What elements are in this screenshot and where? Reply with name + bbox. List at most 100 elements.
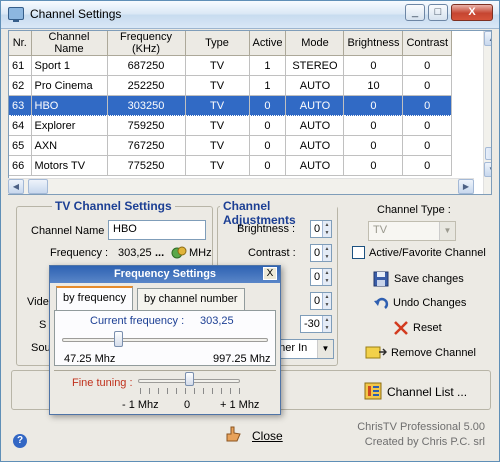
save-icon[interactable] [373, 271, 389, 287]
table-cell: 64 [9, 115, 32, 136]
title-bar: Channel Settings _ □ X [1, 1, 499, 29]
table-cell: 759250 [107, 115, 186, 136]
monitor-icon [8, 7, 24, 22]
column-header[interactable]: Frequency (KHz) [107, 31, 186, 56]
tab-by-channel-number[interactable]: by channel number [137, 288, 245, 310]
table-cell: 0 [343, 95, 404, 116]
table-cell: 303250 [107, 95, 186, 116]
table-row[interactable]: 65 AXN 767250 TV 0 AUTO 0 0 [9, 135, 453, 156]
table-row[interactable]: 63 HBO 303250 TV 0 AUTO 0 0 [9, 95, 453, 116]
remove-channel-icon[interactable] [365, 344, 388, 360]
brightness-value: 0 [314, 223, 321, 235]
frequency-min-label: 47.25 Mhz [64, 353, 116, 365]
scroll-left-icon[interactable]: ◀ [8, 179, 24, 194]
minimize-button[interactable]: _ [405, 4, 425, 21]
table-row[interactable]: 62 Pro Cinema 252250 TV 1 AUTO 10 0 [9, 75, 453, 96]
channel-name-input[interactable]: HBO [108, 220, 206, 240]
close-hand-icon[interactable] [223, 424, 243, 444]
table-cell: 0 [402, 115, 453, 136]
column-header[interactable]: Mode [285, 31, 345, 56]
adjustment-stepper-5[interactable]: -30 ▲ ▼ [300, 315, 332, 333]
table-cell: 0 [343, 115, 404, 136]
adjustment-stepper-4[interactable]: 0 ▲ ▼ [310, 292, 332, 310]
spin-arrows-icon[interactable]: ▲ ▼ [322, 245, 331, 261]
dropdown-arrow-icon[interactable]: ▼ [439, 222, 455, 240]
contrast-stepper[interactable]: 0 ▲ ▼ [310, 244, 332, 262]
scroll-right-icon[interactable]: ▶ [458, 179, 474, 194]
close-window-button[interactable]: X [451, 4, 493, 21]
help-icon[interactable]: ? [13, 434, 27, 448]
horizontal-scroll-thumb[interactable] [28, 179, 48, 194]
fine-tuning-label: Fine tuning : [72, 377, 133, 389]
table-cell: HBO [31, 95, 108, 116]
spin-arrows-icon[interactable]: ▲ ▼ [322, 293, 331, 309]
frequency-slider-thumb[interactable] [113, 331, 123, 347]
column-header[interactable]: Active [249, 31, 287, 56]
frequency-label: Frequency : [50, 247, 109, 259]
channel-grid[interactable]: Nr. Channel Name Frequency (KHz) Type Active… [8, 30, 492, 195]
channel-list-icon[interactable] [364, 382, 382, 400]
table-row[interactable]: 64 Explorer 759250 TV 0 AUTO 0 0 [9, 115, 453, 136]
table-cell: TV [185, 75, 250, 96]
fine-max-label: + 1 Mhz [220, 399, 260, 411]
undo-changes-button[interactable]: Undo Changes [393, 297, 466, 309]
reset-button[interactable]: Reset [413, 322, 442, 334]
maximize-button[interactable]: □ [428, 4, 448, 21]
spin-arrows-icon[interactable]: ▲ ▼ [322, 221, 331, 237]
table-cell: Motors TV [31, 155, 108, 176]
adjustment-stepper-3[interactable]: 0 ▲ ▼ [310, 268, 332, 286]
table-cell: TV [185, 115, 250, 136]
frequency-browse-button[interactable]: ... [155, 247, 164, 259]
fine-tuning-thumb[interactable] [185, 372, 194, 386]
column-header[interactable]: Channel Name [31, 31, 108, 56]
frequency-unit: MHz [189, 247, 212, 259]
frequency-dialog-close-button[interactable]: X [263, 267, 277, 280]
column-header[interactable]: Type [185, 31, 250, 56]
table-cell: AXN [31, 135, 108, 156]
vertical-scroll-thumb[interactable] [485, 147, 491, 160]
table-cell: 0 [249, 135, 287, 156]
table-cell: 1 [249, 55, 287, 76]
vertical-scrollbar[interactable]: ▲ ▼ [483, 31, 491, 194]
table-cell: AUTO [285, 95, 345, 116]
table-cell: 0 [402, 75, 453, 96]
channel-type-select[interactable]: TV ▼ [368, 221, 456, 241]
remove-channel-button[interactable]: Remove Channel [391, 347, 476, 359]
table-cell: 252250 [107, 75, 186, 96]
frequency-slider-track[interactable] [62, 338, 268, 342]
table-cell: AUTO [285, 75, 345, 96]
tuner-icon[interactable] [171, 244, 187, 260]
scroll-up-icon[interactable]: ▲ [484, 31, 491, 46]
favorite-checkbox[interactable] [352, 246, 365, 259]
column-header[interactable]: Nr. [9, 31, 32, 56]
table-row[interactable]: 61 Sport 1 687250 TV 1 STEREO 0 0 [9, 55, 453, 76]
table-cell: 63 [9, 95, 32, 116]
table-cell: STEREO [285, 55, 345, 76]
table-cell: Sport 1 [31, 55, 108, 76]
contrast-label: Contrast : [248, 247, 296, 259]
table-cell: 0 [402, 155, 453, 176]
close-button[interactable]: Close [252, 429, 283, 443]
column-header[interactable]: Brightness [343, 31, 404, 56]
adjustment-value-3: 0 [314, 271, 321, 283]
tab-by-frequency[interactable]: by frequency [56, 286, 133, 311]
reset-x-icon[interactable] [393, 320, 409, 336]
spin-arrows-icon[interactable]: ▲ ▼ [322, 269, 331, 285]
undo-icon[interactable] [373, 295, 389, 311]
channel-table: Nr. Channel Name Frequency (KHz) Type Active… [9, 31, 453, 176]
adjustment-value-4: 0 [314, 295, 321, 307]
save-changes-button[interactable]: Save changes [394, 273, 464, 285]
scroll-down-icon[interactable]: ▼ [484, 162, 491, 177]
spin-arrows-icon[interactable]: ▲ ▼ [322, 316, 331, 332]
channel-list-button[interactable]: Channel List ... [387, 385, 467, 399]
horizontal-scrollbar[interactable]: ◀ ▶ [8, 178, 474, 194]
channel-settings-window: Channel Settings _ □ X Nr. Channel Name Fr… [0, 0, 500, 462]
table-cell: AUTO [285, 155, 345, 176]
dropdown-arrow-icon[interactable]: ▼ [317, 340, 333, 358]
table-cell: 0 [402, 95, 453, 116]
column-header[interactable]: Contrast [402, 31, 453, 56]
company-credit: Created by Chris P.C. srl [364, 436, 485, 448]
video-label: Vide [27, 296, 49, 308]
table-row[interactable]: 66 Motors TV 775250 TV 0 AUTO 0 0 [9, 155, 453, 176]
brightness-stepper[interactable]: 0 ▲ ▼ [310, 220, 332, 238]
